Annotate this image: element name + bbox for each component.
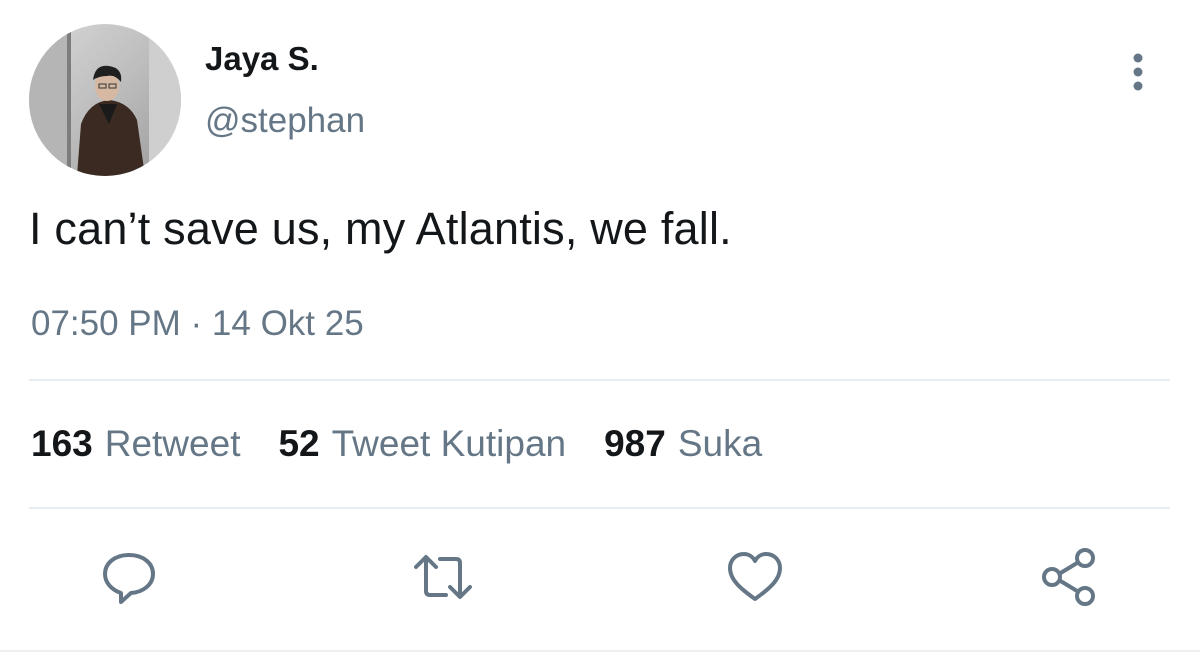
avatar-image: [29, 24, 181, 176]
like-button[interactable]: [724, 546, 786, 608]
reply-button[interactable]: [98, 546, 160, 608]
tweet-text: I can’t save us, my Atlantis, we fall.: [29, 203, 732, 254]
user-handle[interactable]: @stephan: [205, 101, 365, 141]
like-label: Suka: [677, 423, 763, 464]
divider: [29, 507, 1170, 509]
retweet-button[interactable]: [412, 546, 474, 608]
bottom-divider: [0, 650, 1200, 652]
more-options-button[interactable]: [1118, 50, 1158, 94]
share-button[interactable]: [1038, 546, 1100, 608]
retweet-stat[interactable]: 163 Retweet: [31, 423, 240, 465]
tweet-card: Jaya S. @stephan I can’t save us, my Atl…: [0, 0, 1200, 668]
heart-icon: [728, 552, 782, 601]
tweet-timestamp[interactable]: 07:50 PM · 14 Okt 25: [31, 304, 364, 344]
share-nodes-icon: [1042, 548, 1095, 606]
speech-bubble-icon: [103, 553, 155, 604]
quote-tweet-label: Tweet Kutipan: [331, 423, 567, 464]
avatar[interactable]: [29, 24, 181, 176]
retweet-arrows-icon: [414, 555, 472, 599]
quote-tweet-stat[interactable]: 52 Tweet Kutipan: [278, 423, 566, 465]
retweet-count: 163: [31, 423, 93, 464]
tweet-stats: 163 Retweet 52 Tweet Kutipan 987 Suka: [31, 423, 762, 465]
quote-tweet-count: 52: [278, 423, 320, 464]
divider: [29, 379, 1170, 381]
display-name[interactable]: Jaya S.: [205, 40, 319, 78]
like-count: 987: [604, 423, 666, 464]
vertical-dots-icon: [1133, 53, 1143, 91]
like-stat[interactable]: 987 Suka: [604, 423, 762, 465]
retweet-label: Retweet: [104, 423, 241, 464]
